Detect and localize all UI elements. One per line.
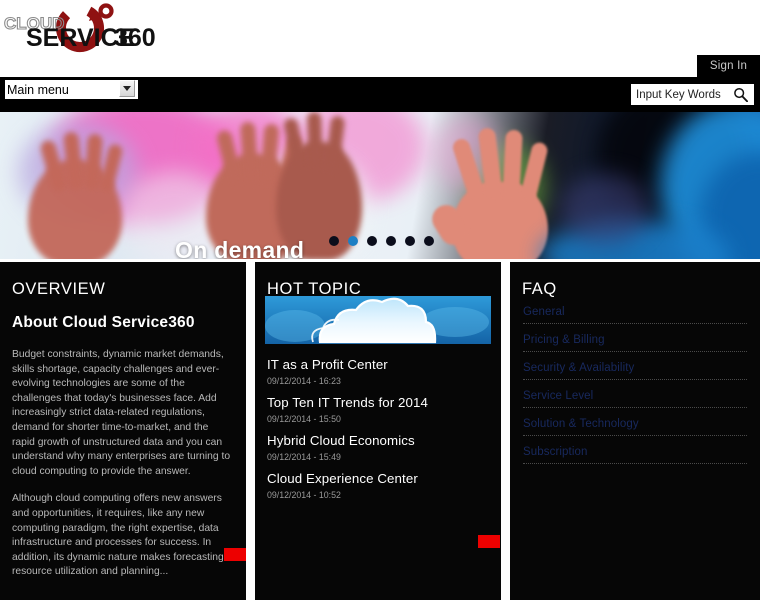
hot-topic-image[interactable] bbox=[265, 296, 491, 344]
carousel-dot-1[interactable] bbox=[329, 236, 339, 246]
faq-link-solution-technology[interactable]: Solution & Technology bbox=[523, 418, 747, 435]
list-item[interactable]: Top Ten IT Trends for 2014 09/12/2014 - … bbox=[255, 395, 501, 433]
main-menu-select[interactable]: Main menu bbox=[4, 79, 139, 100]
hero-caption: On demand bbox=[175, 237, 305, 259]
faq-list: General Pricing & Billing Security & Ava… bbox=[510, 302, 760, 470]
site-header: CLOUD SERVICE 360 bbox=[0, 0, 760, 55]
main-navbar: Main menu bbox=[0, 77, 760, 112]
overview-paragraph-1: Budget constraints, dynamic market deman… bbox=[12, 349, 231, 477]
carousel-dot-5[interactable] bbox=[405, 236, 415, 246]
hot-topic-item-date: 09/12/2014 - 15:49 bbox=[267, 452, 341, 462]
list-item[interactable]: Subscription bbox=[523, 442, 747, 464]
list-item[interactable]: IT as a Profit Center 09/12/2014 - 16:23 bbox=[255, 357, 501, 395]
divider bbox=[523, 323, 747, 324]
hot-topic-list: IT as a Profit Center 09/12/2014 - 16:23… bbox=[255, 357, 501, 509]
divider bbox=[523, 379, 747, 380]
cloud-illustration-icon bbox=[265, 296, 491, 344]
carousel-dot-3[interactable] bbox=[367, 236, 377, 246]
faq-title: FAQ bbox=[522, 280, 557, 298]
list-item[interactable]: Cloud Experience Center 09/12/2014 - 10:… bbox=[255, 471, 501, 509]
faq-link-service-level[interactable]: Service Level bbox=[523, 390, 747, 407]
list-item[interactable]: Solution & Technology bbox=[523, 414, 747, 436]
hot-topic-item-date: 09/12/2014 - 15:50 bbox=[267, 414, 341, 424]
overview-body: Budget constraints, dynamic market deman… bbox=[0, 332, 246, 580]
carousel-dot-4[interactable] bbox=[386, 236, 396, 246]
logo-graphic: CLOUD SERVICE 360 bbox=[3, 3, 156, 52]
main-menu-dropdown[interactable]: Main menu bbox=[2, 78, 139, 100]
overview-heading: About Cloud Service360 bbox=[12, 314, 195, 331]
list-item[interactable]: Hybrid Cloud Economics 09/12/2014 - 15:4… bbox=[255, 433, 501, 471]
faq-link-subscription[interactable]: Subscription bbox=[523, 446, 747, 463]
logo-dot-icon bbox=[98, 3, 114, 19]
content-columns: OVERVIEW About Cloud Service360 Budget c… bbox=[0, 262, 760, 600]
carousel-dot-2[interactable] bbox=[348, 236, 358, 246]
hot-topic-item-title[interactable]: Top Ten IT Trends for 2014 bbox=[267, 395, 489, 410]
search-box[interactable] bbox=[631, 84, 754, 105]
list-item[interactable]: Security & Availability bbox=[523, 358, 747, 380]
hot-topic-item-title[interactable]: IT as a Profit Center bbox=[267, 357, 489, 372]
faq-link-security-availability[interactable]: Security & Availability bbox=[523, 362, 747, 379]
divider bbox=[523, 463, 747, 464]
site-logo[interactable]: CLOUD SERVICE 360 bbox=[0, 2, 170, 54]
overview-more-button[interactable] bbox=[224, 548, 246, 561]
list-item[interactable]: Service Level bbox=[523, 386, 747, 408]
page-root: CLOUD SERVICE 360 Sign In Main menu Inpu… bbox=[0, 0, 760, 600]
logo-word-360: 360 bbox=[114, 24, 156, 52]
divider bbox=[523, 435, 747, 436]
hot-topic-item-date: 09/12/2014 - 16:23 bbox=[267, 376, 341, 386]
hot-topic-item-title[interactable]: Hybrid Cloud Economics bbox=[267, 433, 489, 448]
hot-topic-title: HOT TOPIC bbox=[267, 280, 362, 298]
search-icon bbox=[733, 87, 748, 102]
carousel-dot-6[interactable] bbox=[424, 236, 434, 246]
hot-topic-panel: HOT TOPIC IT as a Profit Center 09/12/20… bbox=[255, 262, 501, 600]
list-item[interactable]: General bbox=[523, 302, 747, 324]
overview-panel: OVERVIEW About Cloud Service360 Budget c… bbox=[0, 262, 246, 600]
hot-topic-more-button[interactable] bbox=[478, 535, 500, 548]
faq-link-general[interactable]: General bbox=[523, 306, 747, 323]
carousel-dots[interactable] bbox=[329, 236, 434, 246]
divider bbox=[523, 407, 747, 408]
sign-in-label: Sign In bbox=[709, 60, 748, 72]
faq-link-pricing-billing[interactable]: Pricing & Billing bbox=[523, 334, 747, 351]
overview-title: OVERVIEW bbox=[12, 280, 106, 298]
overview-paragraph-2: Although cloud computing offers new answ… bbox=[12, 493, 224, 578]
search-button[interactable] bbox=[728, 85, 752, 104]
hot-topic-item-date: 09/12/2014 - 10:52 bbox=[267, 490, 341, 500]
hot-topic-item-title[interactable]: Cloud Experience Center bbox=[267, 471, 489, 486]
divider bbox=[523, 351, 747, 352]
faq-panel: FAQ General Pricing & Billing Security &… bbox=[510, 262, 760, 600]
search-input[interactable] bbox=[632, 85, 728, 104]
list-item[interactable]: Pricing & Billing bbox=[523, 330, 747, 352]
sign-in-button[interactable]: Sign In bbox=[697, 55, 760, 77]
